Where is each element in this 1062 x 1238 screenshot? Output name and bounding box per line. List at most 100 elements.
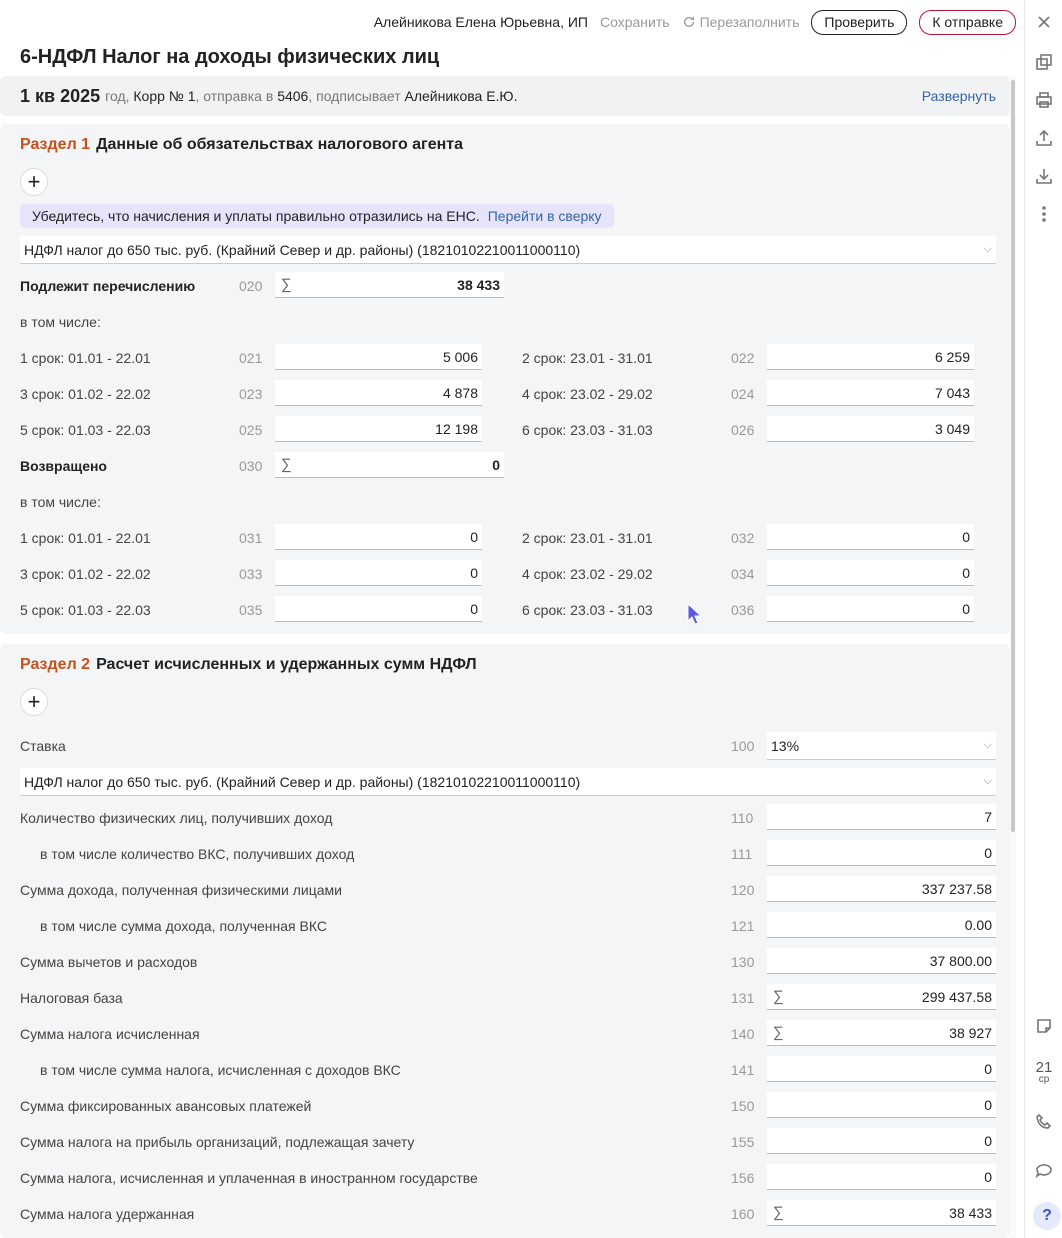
note-icon[interactable]: [1025, 1012, 1062, 1040]
row-label: Сумма налога удержанная: [20, 1206, 195, 1222]
row-label: в том числе сумма дохода, полученная ВКС: [40, 918, 327, 934]
term-field[interactable]: 0: [275, 560, 482, 586]
section-1-number: Раздел 1: [20, 136, 91, 153]
row-code: 155: [731, 1134, 755, 1150]
rate-label: Ставка: [20, 738, 66, 754]
due-value: 38 433: [457, 276, 500, 293]
term-label: 4 срок: 23.02 - 29.02: [522, 566, 653, 582]
copy-icon[interactable]: [1025, 48, 1062, 76]
refill-button[interactable]: Перезаполнить: [682, 14, 799, 30]
row-value: 0: [984, 1132, 992, 1149]
calendar-day: 21: [1035, 1059, 1053, 1076]
row-field[interactable]: 0: [767, 1164, 996, 1190]
add-rate-button[interactable]: +: [20, 688, 48, 716]
row-label: в том числе количество ВКС, получивших д…: [40, 846, 355, 862]
term-value: 0: [962, 528, 970, 545]
row-code: 160: [731, 1206, 755, 1222]
term-field[interactable]: 5 006: [275, 344, 482, 370]
expand-link[interactable]: Развернуть: [922, 88, 996, 104]
term-code: 035: [239, 602, 263, 618]
period-quarter[interactable]: 1 кв 2025: [20, 86, 100, 107]
term-field[interactable]: 0: [275, 524, 482, 550]
term-field[interactable]: 12 198: [275, 416, 482, 442]
kbk-select-value: НДФЛ налог до 650 тыс. руб. (Крайний Сев…: [24, 773, 581, 790]
term-label: 3 срок: 01.02 - 22.02: [20, 386, 151, 402]
row-code: 141: [731, 1062, 755, 1078]
ifns-code[interactable]: 5406: [277, 88, 308, 104]
kbk-select[interactable]: НДФЛ налог до 650 тыс. руб. (Крайний Сев…: [20, 236, 996, 264]
term-field[interactable]: 0: [275, 596, 482, 622]
row-field[interactable]: 7: [767, 804, 996, 830]
row-field[interactable]: ∑ 38 927: [767, 1020, 996, 1046]
calendar-date[interactable]: 21 ср: [1025, 1060, 1062, 1085]
section-2: Раздел 2 Расчет исчисленных и удержанных …: [0, 644, 1010, 1238]
row-label: Количество физических лиц, получивших до…: [20, 810, 333, 826]
row-field[interactable]: 0.00: [767, 912, 996, 938]
to-send-button[interactable]: К отправке: [919, 9, 1016, 35]
signer-name[interactable]: Алейникова Е.Ю.: [405, 88, 518, 104]
row-value: 0: [984, 1168, 992, 1185]
upload-icon[interactable]: [1025, 124, 1062, 152]
rate-select[interactable]: 13% ⌵: [767, 732, 996, 760]
ens-notice: Убедитесь, что начисления и уплаты прави…: [20, 204, 614, 228]
section-1-header: Раздел 1 Данные об обязательствах налогов…: [20, 136, 463, 154]
term-field[interactable]: 4 878: [275, 380, 482, 406]
row-label: Сумма дохода, полученная физическими лиц…: [20, 882, 342, 898]
term-code: 025: [239, 422, 263, 438]
row-field[interactable]: 37 800.00: [767, 948, 996, 974]
top-bar: Алейникова Елена Юрьевна, ИП Сохранить П…: [0, 8, 1024, 36]
returned-value: 0: [492, 456, 500, 473]
row-field[interactable]: 0: [767, 840, 996, 866]
corr-number[interactable]: 1: [188, 88, 196, 104]
returned-field[interactable]: ∑ 0: [275, 452, 504, 478]
ens-notice-text: Убедитесь, что начисления и уплаты прави…: [32, 208, 480, 224]
sign-prefix: , подписывает: [308, 88, 401, 104]
term-field[interactable]: 0: [767, 524, 974, 550]
right-toolbar: 21 ср ?: [1024, 0, 1062, 1238]
row-field[interactable]: 0: [767, 1092, 996, 1118]
chat-icon[interactable]: [1025, 1156, 1062, 1184]
term-field[interactable]: 6 259: [767, 344, 974, 370]
phone-icon[interactable]: [1025, 1108, 1062, 1136]
row-field[interactable]: 337 237.58: [767, 876, 996, 902]
due-field[interactable]: ∑ 38 433: [275, 272, 504, 298]
close-icon[interactable]: [1025, 8, 1062, 36]
term-label: 5 срок: 01.03 - 22.03: [20, 602, 151, 618]
check-button[interactable]: Проверить: [811, 9, 908, 35]
term-field[interactable]: 0: [767, 560, 974, 586]
term-label: 4 срок: 23.02 - 29.02: [522, 386, 653, 402]
help-button[interactable]: ?: [1033, 1202, 1061, 1230]
term-code: 021: [239, 350, 263, 366]
download-icon[interactable]: [1025, 162, 1062, 190]
row-field[interactable]: ∑ 299 437.58: [767, 984, 996, 1010]
add-kbk-button[interactable]: +: [20, 168, 48, 196]
term-field[interactable]: 7 043: [767, 380, 974, 406]
row-field[interactable]: 0: [767, 1128, 996, 1154]
row-code: 156: [731, 1170, 755, 1186]
term-field[interactable]: 0: [767, 596, 974, 622]
due-code: 020: [239, 278, 263, 294]
plus-icon: +: [27, 689, 41, 714]
row-field[interactable]: 0: [767, 1056, 996, 1082]
term-value: 0: [470, 528, 478, 545]
row-field[interactable]: ∑ 38 433: [767, 1200, 996, 1226]
row-value: 0: [984, 844, 992, 861]
incl-label: в том числе:: [20, 314, 101, 330]
term-field[interactable]: 3 049: [767, 416, 974, 442]
term-label: 2 срок: 23.01 - 31.01: [522, 530, 653, 546]
scrollbar-thumb[interactable]: [1011, 80, 1015, 832]
kbk-select-value: НДФЛ налог до 650 тыс. руб. (Крайний Сев…: [24, 241, 581, 258]
row-value: 0: [984, 1096, 992, 1113]
chevron-down-icon: ⌵: [983, 775, 992, 787]
sum-icon: ∑: [281, 276, 292, 293]
kbk-select[interactable]: НДФЛ налог до 650 тыс. руб. (Крайний Сев…: [20, 768, 996, 796]
due-label: Подлежит перечислению: [20, 278, 196, 294]
print-icon[interactable]: [1025, 86, 1062, 114]
rate-code: 100: [731, 738, 755, 754]
save-button[interactable]: Сохранить: [600, 14, 670, 30]
term-value: 0: [470, 600, 478, 617]
row-code: 130: [731, 954, 755, 970]
more-icon[interactable]: [1025, 200, 1062, 228]
chevron-down-icon: ⌵: [983, 739, 992, 751]
reconcile-link[interactable]: Перейти в сверку: [488, 208, 602, 224]
